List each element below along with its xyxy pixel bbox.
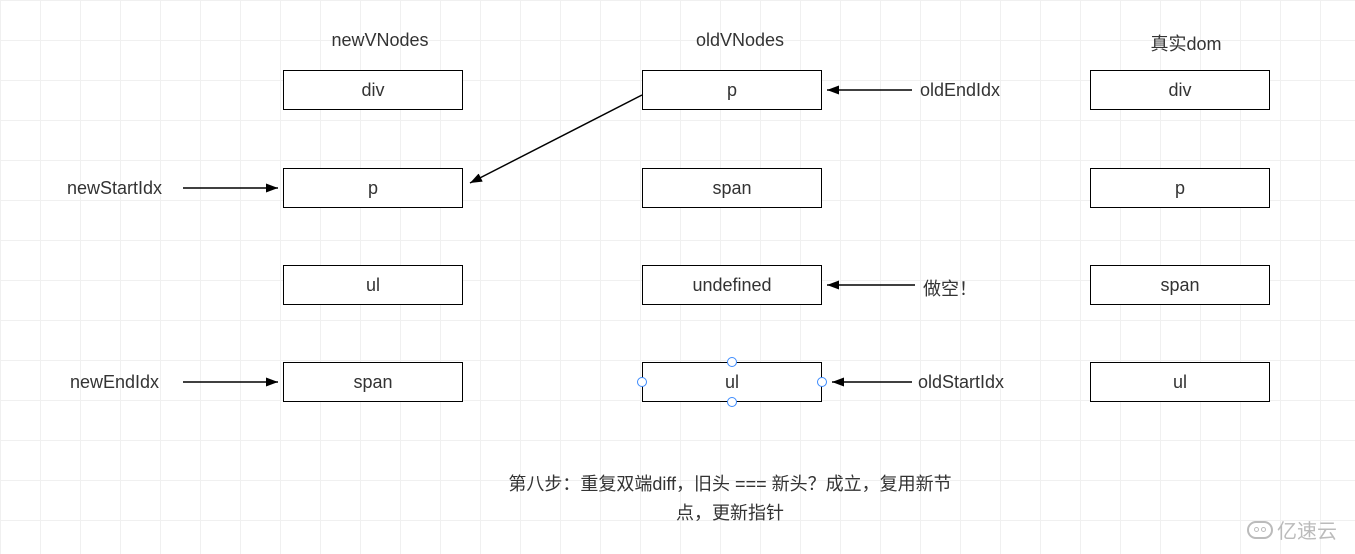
label-new-end-idx: newEndIdx <box>70 372 159 393</box>
new-node-0: div <box>283 70 463 110</box>
real-node-3-text: ul <box>1173 372 1187 393</box>
real-node-2: span <box>1090 265 1270 305</box>
real-node-0: div <box>1090 70 1270 110</box>
title-new-vnodes: newVNodes <box>280 30 480 51</box>
new-node-1: p <box>283 168 463 208</box>
old-node-0-text: p <box>727 80 737 101</box>
real-node-1-text: p <box>1175 178 1185 199</box>
cloud-icon <box>1247 521 1273 539</box>
label-old-end-idx: oldEndIdx <box>920 80 1000 101</box>
old-node-2: undefined <box>642 265 822 305</box>
old-node-1: span <box>642 168 822 208</box>
real-node-0-text: div <box>1168 80 1191 101</box>
label-new-start-idx: newStartIdx <box>67 178 162 199</box>
real-node-1: p <box>1090 168 1270 208</box>
selection-handle <box>637 377 647 387</box>
selection-handle <box>727 397 737 407</box>
title-real-dom: 真实dom <box>1086 30 1286 56</box>
old-node-0: p <box>642 70 822 110</box>
selection-handle <box>727 357 737 367</box>
real-node-3: ul <box>1090 362 1270 402</box>
caption-line-1: 第八步：重复双端diff，旧头 === 新头？成立，复用新节 <box>430 470 1030 499</box>
label-old-start-idx: oldStartIdx <box>918 372 1004 393</box>
new-node-3-text: span <box>353 372 392 393</box>
caption: 第八步：重复双端diff，旧头 === 新头？成立，复用新节 点，更新指针 <box>430 470 1030 528</box>
old-node-3-text: ul <box>725 372 739 393</box>
old-node-2-text: undefined <box>692 275 771 296</box>
arrow-diagonal <box>470 95 642 183</box>
new-node-2: ul <box>283 265 463 305</box>
watermark-logo: 亿速云 <box>1247 515 1337 544</box>
old-node-1-text: span <box>712 178 751 199</box>
old-node-3: ul <box>642 362 822 402</box>
title-old-vnodes: oldVNodes <box>640 30 840 51</box>
new-node-3: span <box>283 362 463 402</box>
label-make-empty: 做空！ <box>923 275 977 301</box>
new-node-2-text: ul <box>366 275 380 296</box>
caption-line-2: 点，更新指针 <box>430 499 1030 528</box>
new-node-0-text: div <box>361 80 384 101</box>
new-node-1-text: p <box>368 178 378 199</box>
watermark-text: 亿速云 <box>1277 515 1337 544</box>
selection-handle <box>817 377 827 387</box>
real-node-2-text: span <box>1160 275 1199 296</box>
